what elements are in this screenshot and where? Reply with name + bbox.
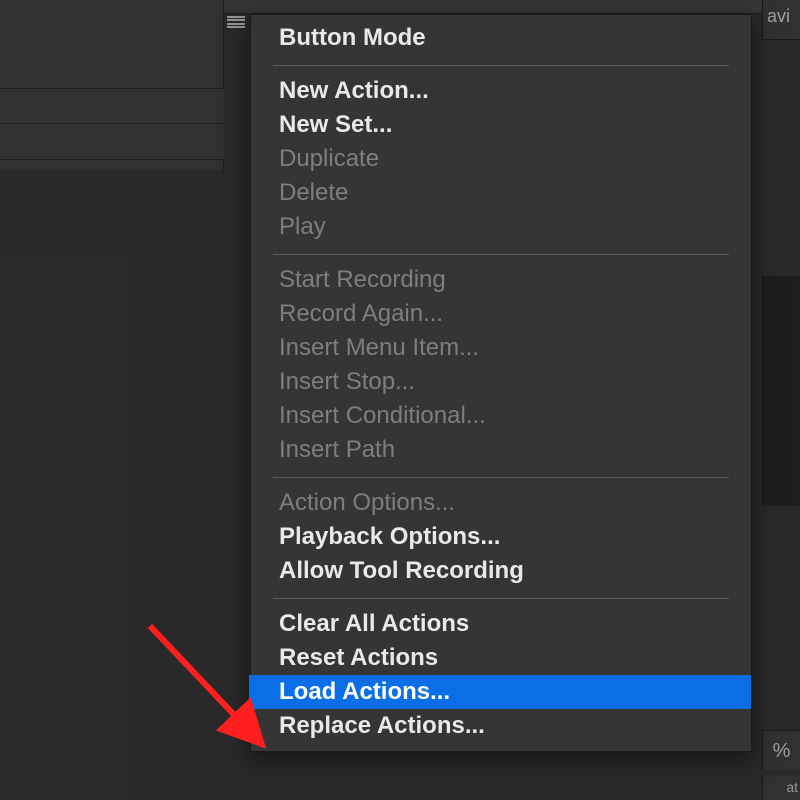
menu-separator: [273, 65, 729, 66]
menu-item[interactable]: Clear All Actions: [251, 607, 751, 641]
menu-item[interactable]: Replace Actions...: [251, 709, 751, 743]
panel-top-bar: [224, 0, 800, 14]
menu-item: Play: [251, 210, 751, 244]
menu-separator: [273, 477, 729, 478]
menu-item: Insert Path: [251, 433, 751, 467]
menu-item[interactable]: Reset Actions: [251, 641, 751, 675]
hamburger-icon: [227, 16, 245, 28]
panel-flyout-button[interactable]: [224, 10, 248, 34]
menu-item: Duplicate: [251, 142, 751, 176]
actions-flyout-menu: Button Mode New Action...New Set...Duplic…: [250, 14, 752, 752]
menu-item[interactable]: New Set...: [251, 108, 751, 142]
percent-label: %: [762, 730, 800, 770]
menu-item: Insert Menu Item...: [251, 331, 751, 365]
menu-item: Delete: [251, 176, 751, 210]
menu-item[interactable]: Allow Tool Recording: [251, 554, 751, 588]
menu-item[interactable]: Playback Options...: [251, 520, 751, 554]
menu-item[interactable]: New Action...: [251, 74, 751, 108]
partial-tab-label: avi: [762, 0, 800, 40]
left-panel-row: [0, 88, 224, 124]
left-panel-row: [0, 124, 224, 160]
menu-item: Insert Conditional...: [251, 399, 751, 433]
menu-separator: [273, 254, 729, 255]
menu-item: Action Options...: [251, 486, 751, 520]
menu-separator: [273, 598, 729, 599]
right-panel-strip: [762, 276, 800, 506]
menu-item: Record Again...: [251, 297, 751, 331]
menu-item[interactable]: Button Mode: [251, 21, 751, 55]
menu-item[interactable]: Load Actions...: [249, 675, 751, 709]
partial-text: at: [762, 776, 800, 800]
menu-item: Start Recording: [251, 263, 751, 297]
menu-item: Insert Stop...: [251, 365, 751, 399]
